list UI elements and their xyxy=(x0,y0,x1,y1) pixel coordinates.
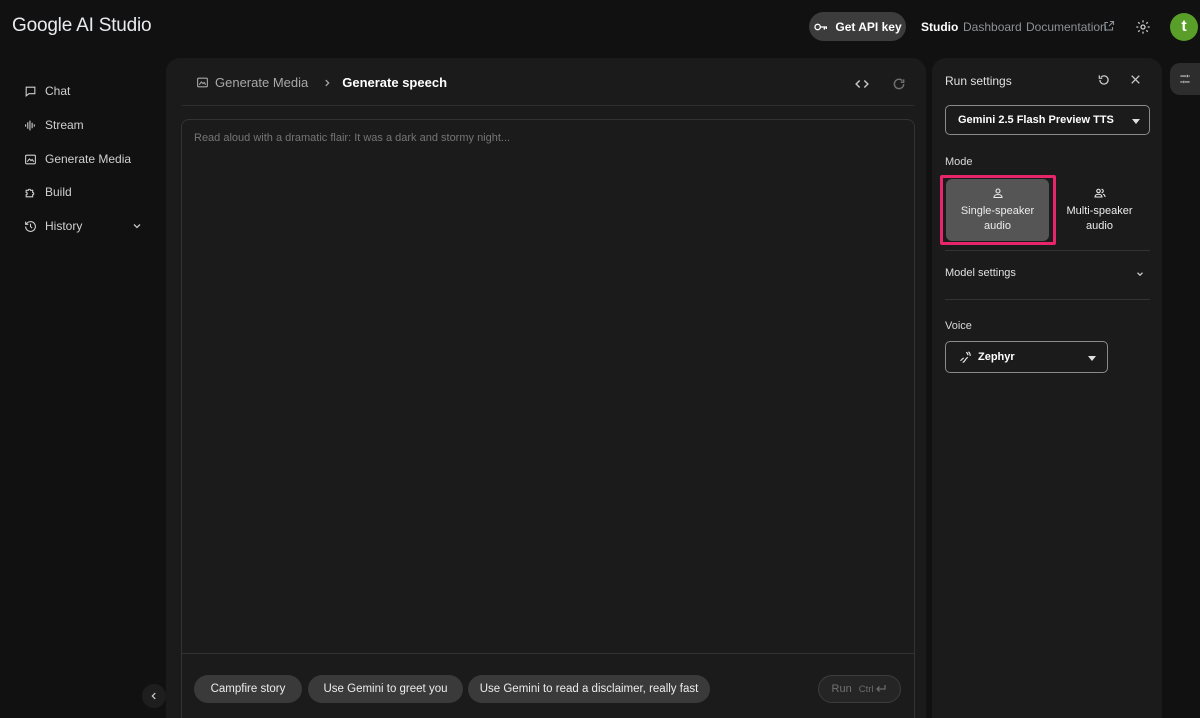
run-shortcut: Ctrl xyxy=(859,684,888,695)
sidebar-item-label: History xyxy=(45,219,83,233)
mode-multi-label: Multi-speaker audio xyxy=(1066,204,1133,232)
sidebar-item-history[interactable]: History xyxy=(16,213,151,239)
dropdown-caret-icon xyxy=(1132,119,1140,124)
section-divider xyxy=(945,299,1150,300)
nav-dashboard[interactable]: Dashboard xyxy=(963,20,1022,34)
nav-documentation[interactable]: Documentation xyxy=(1026,20,1107,34)
suggestion-disclaimer[interactable]: Use Gemini to read a disclaimer, really … xyxy=(468,675,710,703)
sidebar-item-build[interactable]: Build xyxy=(16,179,151,205)
sidebar: Chat Stream Generate Media Build History xyxy=(0,54,160,718)
sidebar-item-stream[interactable]: Stream xyxy=(16,112,151,138)
model-select-value: Gemini 2.5 Flash Preview TTS xyxy=(958,114,1114,126)
suggestion-greet[interactable]: Use Gemini to greet you xyxy=(308,675,463,703)
suggestion-campfire-story[interactable]: Campfire story xyxy=(194,675,302,703)
collapse-sidebar-button[interactable] xyxy=(142,684,166,708)
chevron-down-icon[interactable] xyxy=(131,220,143,232)
get-api-key-button[interactable]: Get API key xyxy=(809,12,906,41)
person-icon xyxy=(992,187,1003,198)
app-logo[interactable]: Google AI Studio xyxy=(12,15,152,37)
sidebar-item-label: Generate Media xyxy=(45,152,132,166)
sidebar-item-generate-media[interactable]: Generate Media xyxy=(16,146,151,172)
external-link-icon xyxy=(1104,20,1115,31)
mode-single-label: Single-speaker audio xyxy=(960,204,1035,232)
get-api-key-label: Get API key xyxy=(835,19,902,34)
image-icon xyxy=(197,77,208,88)
page-title: Generate speech xyxy=(342,75,448,90)
prompt-editor xyxy=(181,119,915,718)
people-icon xyxy=(1093,188,1106,198)
voice-select-value: Zephyr xyxy=(978,351,1015,363)
run-button[interactable]: Run Ctrl xyxy=(818,675,901,703)
chevron-right-icon xyxy=(325,79,330,86)
history-icon xyxy=(25,220,36,232)
run-settings-title: Run settings xyxy=(945,74,1012,88)
nav-studio[interactable]: Studio xyxy=(921,20,958,34)
settings-gear-icon[interactable] xyxy=(1135,19,1151,35)
prompt-input[interactable] xyxy=(194,132,894,144)
chevron-left-icon xyxy=(151,692,156,700)
tune-icon xyxy=(1180,74,1190,84)
run-label: Run xyxy=(831,683,852,695)
breadcrumb-parent[interactable]: Generate Media xyxy=(196,75,308,90)
breadcrumb-parent-label: Generate Media xyxy=(215,75,309,90)
image-icon xyxy=(25,154,36,164)
reset-settings-icon[interactable] xyxy=(1097,73,1111,87)
voice-select[interactable]: Zephyr xyxy=(945,341,1108,373)
refresh-icon[interactable] xyxy=(892,77,906,91)
sidebar-item-label: Stream xyxy=(45,118,84,132)
code-icon[interactable] xyxy=(855,77,869,91)
top-bar: Google AI Studio Get API key Studio Dash… xyxy=(0,0,1200,54)
mode-label: Mode xyxy=(945,156,973,168)
enter-key-icon xyxy=(876,685,887,692)
model-settings-toggle[interactable]: Model settings xyxy=(945,267,1016,279)
mode-single-speaker-button[interactable]: Single-speaker audio xyxy=(946,179,1049,241)
user-avatar[interactable]: t xyxy=(1170,13,1198,41)
sidebar-item-label: Build xyxy=(45,185,72,199)
section-divider xyxy=(945,250,1150,251)
editor-footer-divider xyxy=(182,653,914,654)
sidebar-item-label: Chat xyxy=(45,84,71,98)
sidebar-item-chat[interactable]: Chat xyxy=(16,78,151,104)
chat-icon xyxy=(25,86,36,97)
header-divider xyxy=(182,105,914,106)
main-panel: Generate Media Generate speech Campfire … xyxy=(166,58,926,718)
breadcrumb: Generate Media Generate speech xyxy=(196,75,447,90)
model-select[interactable]: Gemini 2.5 Flash Preview TTS xyxy=(945,105,1150,135)
build-icon xyxy=(25,188,35,197)
voice-wave-icon xyxy=(960,351,971,363)
stream-icon xyxy=(25,120,35,130)
mode-multi-speaker-button[interactable]: Multi-speaker audio xyxy=(1048,179,1151,241)
voice-label: Voice xyxy=(945,320,972,332)
close-icon[interactable] xyxy=(1129,73,1142,86)
shortcut-ctrl: Ctrl xyxy=(858,683,874,695)
chevron-down-icon[interactable] xyxy=(1135,269,1145,279)
key-icon xyxy=(814,23,828,30)
dropdown-caret-icon xyxy=(1088,356,1096,361)
toggle-run-settings-button[interactable] xyxy=(1170,63,1200,95)
run-settings-panel: Run settings Gemini 2.5 Flash Preview TT… xyxy=(932,58,1162,718)
